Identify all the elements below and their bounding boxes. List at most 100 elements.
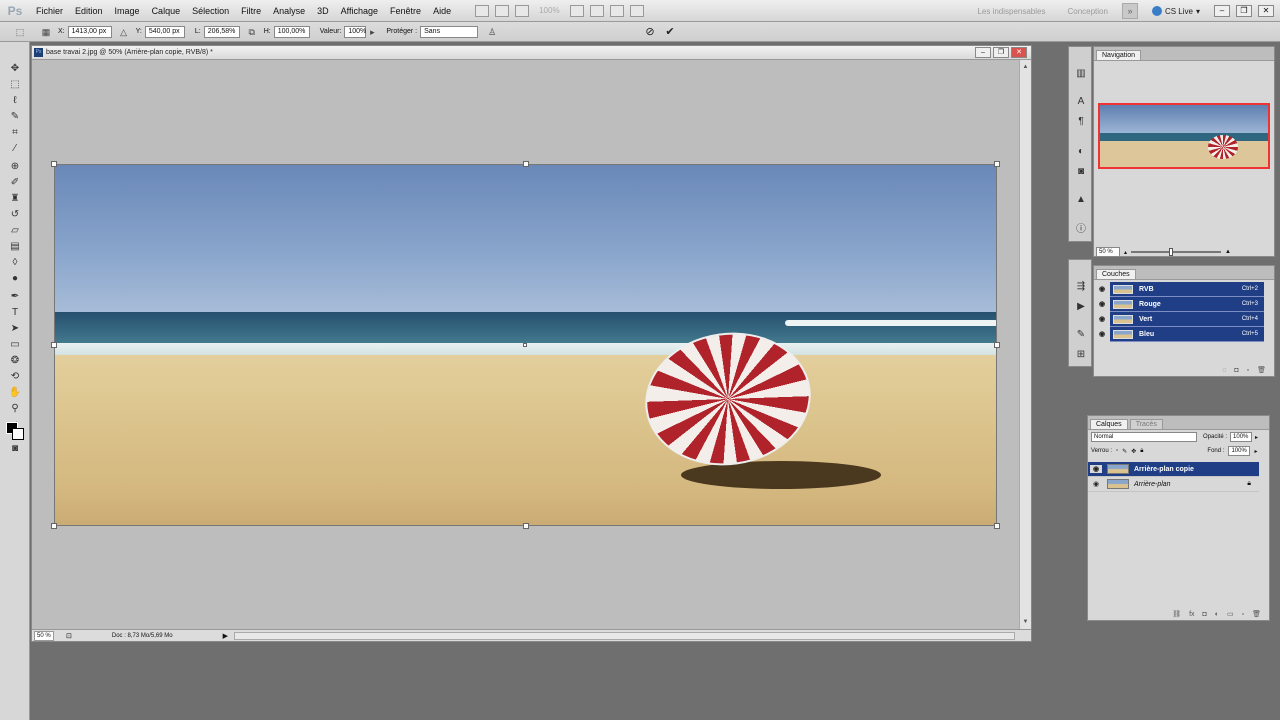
navigator-zoom-slider[interactable] [1131,248,1222,256]
transform-handle-bottom-right[interactable] [994,523,1000,529]
workspace-essentials[interactable]: Les indispensables [969,7,1053,16]
menu-edition[interactable]: Edition [69,6,109,16]
quick-selection-tool-icon[interactable]: ✎ [8,110,22,124]
menu-image[interactable]: Image [109,6,146,16]
transform-handle-top-left[interactable] [51,161,57,167]
layer-row[interactable]: ◉ Arrière-plan copie [1088,462,1259,477]
fill-field[interactable]: 100% [1228,446,1251,456]
history-brush-tool-icon[interactable]: ↺ [8,208,22,222]
screen-mode-icon[interactable] [629,4,644,17]
layer-visibility-eye-icon[interactable]: ◉ [1090,465,1102,473]
tab-couches[interactable]: Couches [1096,269,1136,279]
save-selection-channel-icon[interactable]: ◘ [1234,367,1238,374]
link-layers-icon[interactable]: ⛓︎ [1172,610,1181,618]
beach-photo-layer[interactable] [54,164,997,526]
horizontal-scrollbar[interactable] [233,631,1015,640]
document-tab[interactable]: Ps base travai 2.jpg @ 50% (Arrière-plan… [32,46,1031,60]
zoom-level[interactable]: 100% [539,6,559,15]
dodge-tool-icon[interactable]: ● [8,272,22,286]
clone-source-icon[interactable]: ⊞ [1074,348,1088,362]
zoom-in-icon[interactable]: ▲ [1225,249,1231,255]
status-export-icon[interactable]: ⊡ [66,632,72,640]
tab-navigation[interactable]: Navigation [1096,50,1142,60]
transform-handle-top-right[interactable] [994,161,1000,167]
background-color-swatch[interactable] [12,428,24,440]
masks-icon[interactable]: ◙ [1074,165,1088,179]
eraser-tool-icon[interactable]: ▱ [8,224,22,238]
zoom-tool-icon[interactable]: ⚲ [8,402,22,416]
new-group-icon[interactable]: ▭ [1227,610,1234,618]
character-icon[interactable]: A [1074,95,1088,109]
x-field[interactable]: 1413,00 px [67,25,112,38]
type-tool-icon[interactable]: T [8,306,22,320]
transform-handle-left[interactable] [51,342,57,348]
height-field[interactable]: 100,00% [273,25,310,38]
menu-3d[interactable]: 3D [311,6,335,16]
menu-aide[interactable]: Aide [427,6,457,16]
eyedropper-tool-icon[interactable]: ⁄ [8,142,22,156]
navigator-thumbnail[interactable] [1098,103,1270,169]
new-channel-icon[interactable]: ▫ [1247,367,1249,374]
clone-stamp-tool-icon[interactable]: ♜ [8,192,22,206]
delete-channel-icon[interactable]: 🗑︎ [1257,366,1266,374]
3d-panel-icon[interactable]: ▲ [1074,193,1088,207]
transform-handle-center[interactable] [523,343,527,347]
menu-affichage[interactable]: Affichage [335,6,384,16]
info-icon[interactable]: ⓘ [1074,223,1088,237]
amount-field[interactable]: 100% [344,25,367,38]
width-field[interactable]: 206,58% [203,25,240,38]
lock-transparency-icon[interactable]: ▫ [1116,448,1118,454]
menu-selection[interactable]: Sélection [186,6,235,16]
histogram-icon[interactable]: ▥ [1074,67,1088,81]
fill-arrow-icon[interactable]: ▸ [1254,448,1257,455]
doc-close-icon[interactable]: ✕ [1011,47,1027,58]
channel-row-green[interactable]: ◉ Vert Ctrl+4 [1097,312,1264,327]
status-menu-arrow-icon[interactable]: ▶ [223,632,228,640]
menu-filtre[interactable]: Filtre [235,6,267,16]
channel-visibility-eye-icon[interactable]: ◉ [1097,300,1107,309]
shape-tool-icon[interactable]: ▭ [8,338,22,352]
more-workspaces-icon[interactable]: » [1121,3,1138,19]
marquee-tool-icon[interactable]: ⬚ [8,78,22,92]
doc-minimize-icon[interactable]: – [975,47,991,58]
scroll-down-icon[interactable]: ▼ [1020,617,1031,628]
opacity-arrow-icon[interactable]: ▸ [1255,434,1258,441]
blur-tool-icon[interactable]: ◊ [8,256,22,270]
quick-mask-icon[interactable]: ◙ [8,442,22,456]
3d-rotate-tool-icon[interactable]: ❂ [8,354,22,368]
actions-icon[interactable]: ▶ [1074,300,1088,314]
layer-style-icon[interactable]: fx [1189,611,1194,618]
transform-tool-icon[interactable]: ⬚ [14,26,26,38]
protect-select[interactable]: Sans [420,25,479,38]
channel-row-rgb[interactable]: ◉ RVB Ctrl+2 [1097,282,1264,297]
menu-fichier[interactable]: Fichier [30,6,69,16]
add-mask-icon[interactable]: ◘ [1203,611,1207,618]
delete-layer-icon[interactable]: 🗑︎ [1252,610,1261,618]
restore-icon[interactable]: ❐ [1236,5,1252,17]
lock-position-icon[interactable]: ✥ [1131,448,1136,455]
link-icon[interactable]: ⧉ [246,26,258,38]
crop-tool-icon[interactable]: ⌗ [8,126,22,140]
bridge-icon[interactable] [475,4,490,17]
rotate-view-icon[interactable] [589,4,604,17]
adjustments-icon[interactable]: ◐ [1074,145,1088,159]
gradient-tool-icon[interactable]: ▤ [8,240,22,254]
adjustment-layer-icon[interactable]: ◐ [1215,611,1219,618]
minimize-icon[interactable]: – [1214,5,1230,17]
channel-visibility-eye-icon[interactable]: ◉ [1097,315,1107,324]
channel-visibility-eye-icon[interactable]: ◉ [1097,330,1107,339]
menu-fenetre[interactable]: Fenêtre [384,6,427,16]
view-extras-icon[interactable] [515,4,530,17]
tab-calques[interactable]: Calques [1090,419,1128,429]
load-channel-selection-icon[interactable]: ◌ [1222,367,1226,374]
relative-position-icon[interactable]: △ [118,26,130,38]
navigator-slider-knob[interactable] [1169,248,1174,256]
channel-visibility-eye-icon[interactable]: ◉ [1097,285,1107,294]
paragraph-icon[interactable]: ¶ [1074,115,1088,129]
layer-visibility-eye-icon[interactable]: ◉ [1090,480,1102,488]
navigator-zoom-field[interactable]: 50 % [1096,247,1120,257]
lock-pixels-icon[interactable]: ✎ [1122,448,1127,455]
cs-live-button[interactable]: CS Live ▾ [1144,6,1208,16]
transform-handle-right[interactable] [994,342,1000,348]
zoom-out-icon[interactable]: ▴ [1124,249,1127,256]
